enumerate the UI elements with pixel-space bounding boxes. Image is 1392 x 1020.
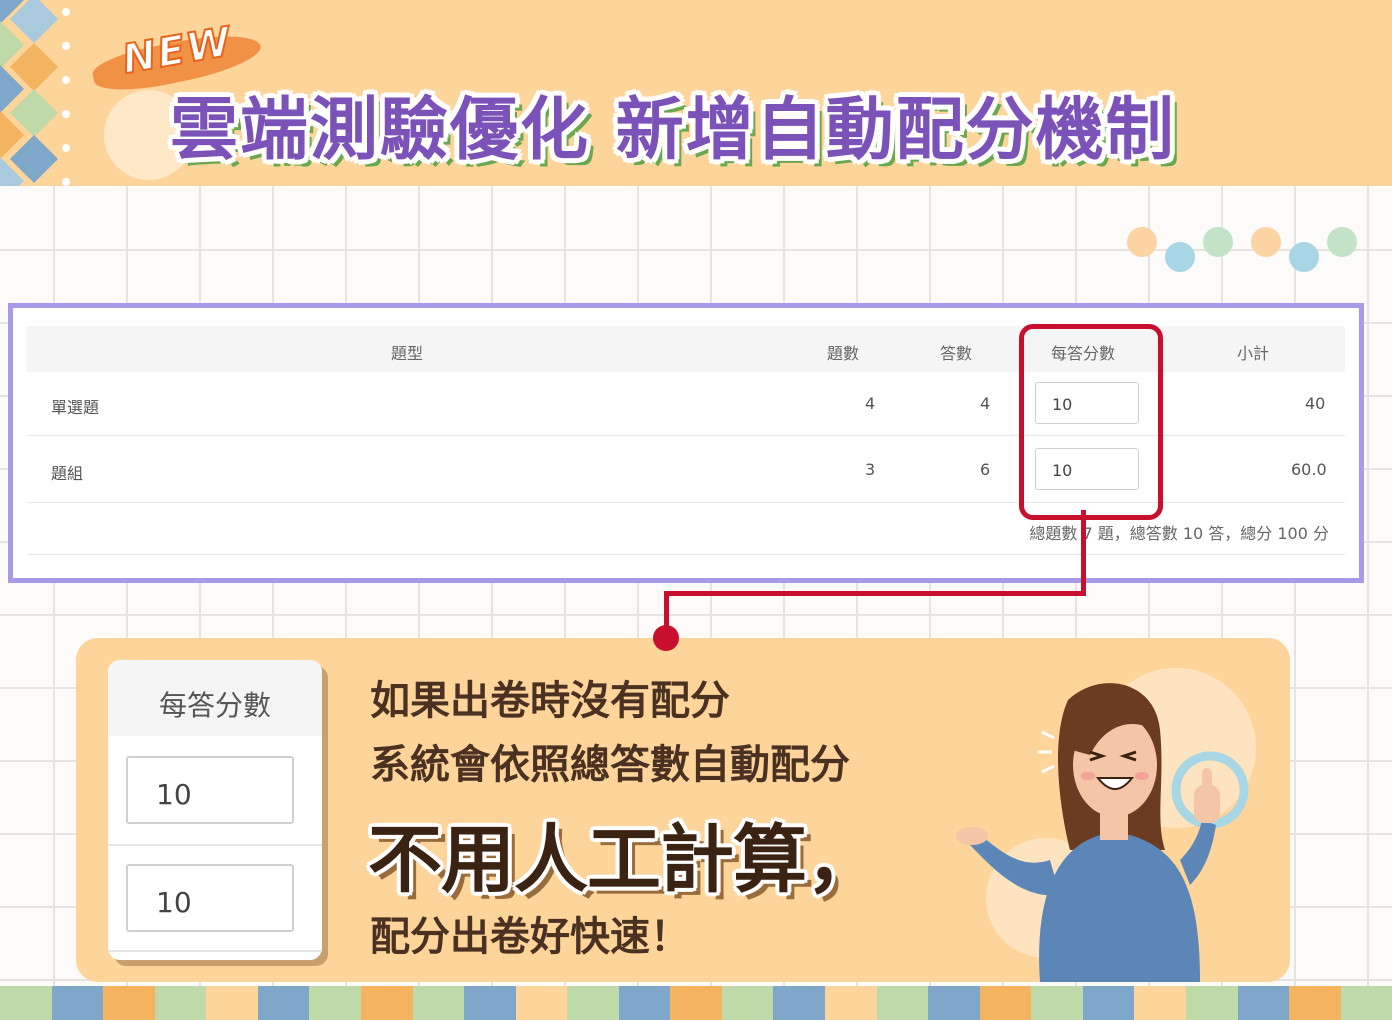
row2-questions: 3: [865, 460, 876, 479]
header-questions: 題數: [827, 344, 860, 363]
row1-answers: 4: [980, 394, 991, 413]
mini-divider: [108, 950, 322, 952]
connector-dot: [653, 625, 679, 651]
mini-score-input[interactable]: 10: [126, 756, 294, 824]
connector-line: [664, 591, 1086, 596]
header-subtotal: 小計: [1237, 344, 1270, 363]
thumbs-up-person-illustration: [956, 683, 1249, 982]
callout-emphasis: 不用人工計算，: [368, 817, 880, 903]
mini-score-panel: 每答分數 10 10: [108, 660, 322, 960]
mini-divider: [108, 844, 322, 846]
header-banner: NEW 雲端測驗優化 新增自動配分機制: [0, 0, 1392, 186]
callout-line-2: 系統會依照總答數自動配分: [370, 742, 850, 788]
bottom-stripe-border: [0, 986, 1392, 1020]
callout-line-4: 配分出卷好快速！: [370, 914, 690, 960]
header-answers: 答數: [940, 344, 973, 363]
row2-type: 題組: [51, 464, 84, 483]
row1-type: 單選題: [51, 398, 100, 417]
callout-line-1: 如果出卷時沒有配分: [370, 678, 730, 724]
row2-answers: 6: [980, 460, 991, 479]
row1-questions: 4: [865, 394, 876, 413]
row2-subtotal: 60.0: [1291, 460, 1327, 479]
score-column-highlight: [1019, 324, 1163, 520]
diamond-pattern: [0, 0, 60, 186]
mini-score-input[interactable]: 10: [126, 864, 294, 932]
row-divider: [27, 554, 1345, 555]
score-table-panel: 題型 題數 答數 每答分數 小計 單選題 4 4 10 40 題組 3 6 10…: [8, 303, 1364, 583]
connector-line: [1081, 510, 1086, 596]
mini-title: 每答分數: [158, 689, 271, 722]
row1-subtotal: 40: [1305, 394, 1326, 413]
table-summary: 總題數 7 題，總答數 10 答，總分 100 分: [1029, 524, 1329, 543]
dot-column: [62, 8, 72, 212]
page-title: 雲端測驗優化 新增自動配分機制: [170, 91, 1176, 170]
header-type: 題型: [391, 344, 424, 363]
